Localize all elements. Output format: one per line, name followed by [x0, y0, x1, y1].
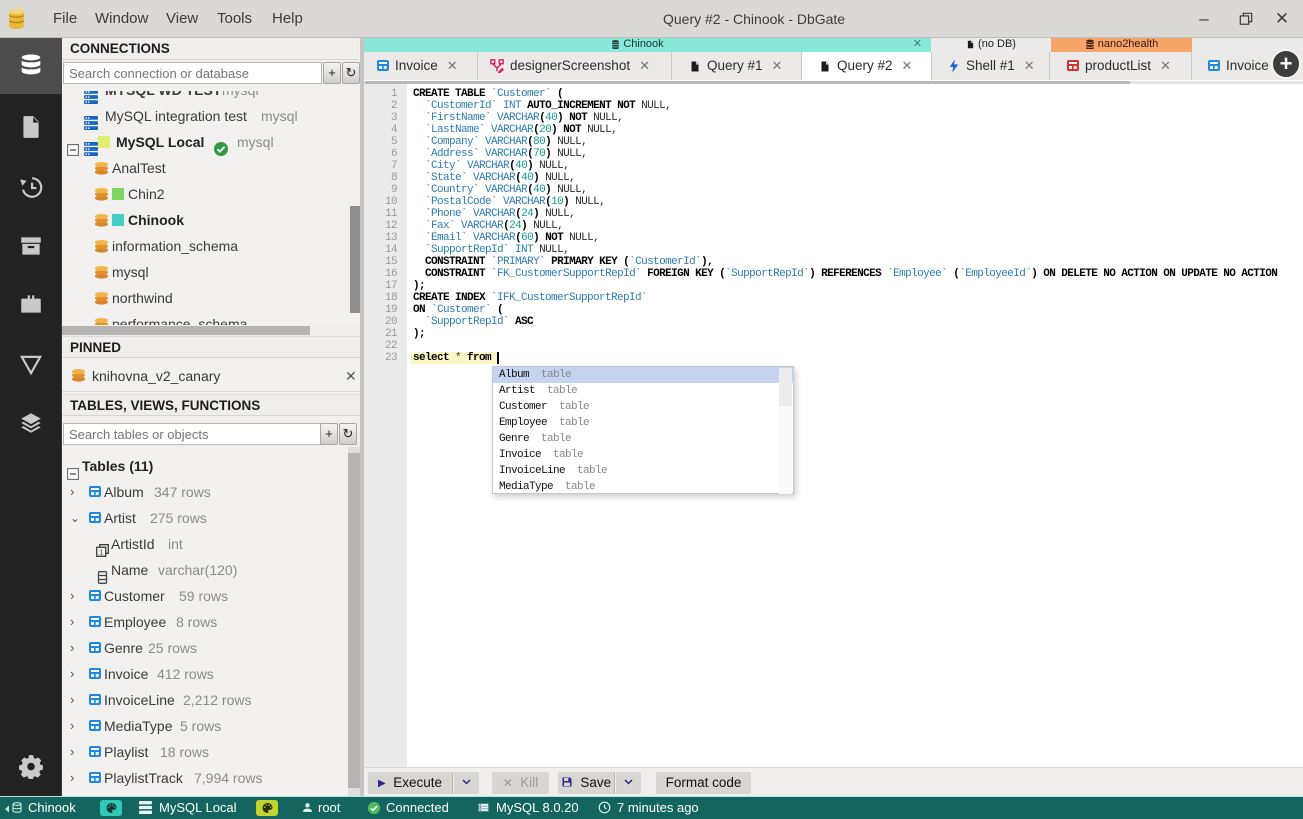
svg-text:1: 1 — [99, 547, 103, 556]
